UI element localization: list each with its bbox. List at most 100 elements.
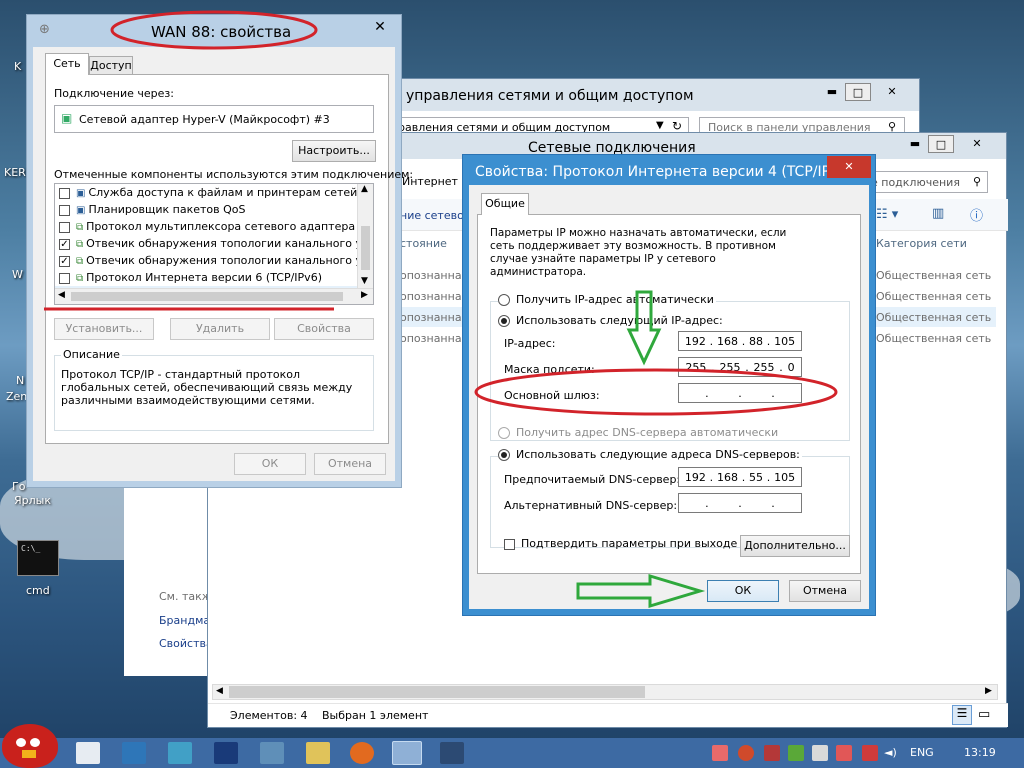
- desktop-icon-n[interactable]: N: [16, 374, 24, 387]
- angry-bird-start-icon[interactable]: [2, 724, 58, 768]
- large-icons-view-icon[interactable]: ▭: [978, 707, 990, 722]
- desktop-icon-k[interactable]: K: [14, 60, 21, 73]
- component-item[interactable]: ▣ Служба доступа к файлам и принтерам сет…: [55, 184, 357, 201]
- alternate-dns-field[interactable]: ...: [678, 493, 802, 513]
- horizontal-scrollbar[interactable]: ◀ ▶: [55, 288, 373, 304]
- explorer-icon[interactable]: [260, 742, 284, 764]
- close-button[interactable]: ✕: [964, 135, 990, 153]
- preview-pane-icon[interactable]: ▥: [932, 206, 944, 221]
- close-button[interactable]: ✕: [827, 156, 871, 178]
- toolbar-item-rename[interactable]: ние сетево: [400, 209, 464, 222]
- view-options-icon[interactable]: ☷ ▾: [876, 207, 898, 222]
- clock[interactable]: 13:19: [964, 746, 996, 759]
- component-checkbox[interactable]: [59, 204, 70, 216]
- subnet-mask-field[interactable]: 255. 255. 255. 0: [678, 357, 802, 377]
- component-checkbox[interactable]: ✓: [59, 238, 70, 250]
- powershell-icon[interactable]: [214, 742, 238, 764]
- scroll-up-icon[interactable]: ▲: [361, 184, 368, 194]
- configure-button[interactable]: Настроить...: [292, 140, 376, 162]
- install-button[interactable]: Установить...: [54, 318, 154, 340]
- desktop-shortcut-label[interactable]: Ярлык: [14, 494, 51, 507]
- desktop-icon-ker[interactable]: KER: [4, 166, 26, 179]
- manual-dns-radio[interactable]: Использовать следующие адреса DNS-сервер…: [498, 448, 802, 461]
- language-indicator[interactable]: ENG: [910, 746, 934, 759]
- validate-checkbox[interactable]: Подтвердить параметры при выходе: [504, 537, 737, 550]
- scroll-right-icon[interactable]: ▶: [361, 290, 368, 300]
- scroll-left-icon[interactable]: ◀: [58, 290, 65, 300]
- tray-icon[interactable]: [812, 745, 828, 761]
- details-view-icon[interactable]: ☰: [952, 705, 972, 725]
- component-item[interactable]: ✓ ⧉ Отвечик обнаружения топологии канально…: [55, 235, 357, 252]
- tab-general[interactable]: Общие: [481, 193, 529, 215]
- tab-sharing[interactable]: Доступ: [89, 56, 133, 75]
- remove-button[interactable]: Удалить: [170, 318, 270, 340]
- column-header-status[interactable]: стояние: [400, 237, 447, 250]
- desktop-icon-label[interactable]: Го: [12, 480, 25, 493]
- folder-icon[interactable]: [306, 742, 330, 764]
- cancel-button[interactable]: Отмена: [314, 453, 386, 475]
- taskbar-icon[interactable]: [440, 742, 464, 764]
- column-header-category[interactable]: Категория сети: [876, 237, 967, 250]
- ok-button[interactable]: ОК: [707, 580, 779, 602]
- manual-ip-radio[interactable]: Использовать следующий IP-адрес:: [498, 314, 725, 327]
- radio-auto-dns[interactable]: [498, 427, 510, 439]
- network-tool-icon[interactable]: [168, 742, 192, 764]
- desktop-icon-w[interactable]: W: [12, 268, 23, 281]
- tray-icon[interactable]: [862, 745, 878, 761]
- component-checkbox[interactable]: [59, 187, 70, 199]
- component-item[interactable]: ▣ Планировщик пакетов QoS: [55, 201, 357, 218]
- auto-dns-radio[interactable]: Получить адрес DNS-сервера автоматически: [498, 426, 778, 439]
- cmd-label[interactable]: cmd: [26, 584, 50, 597]
- refresh-icon[interactable]: ↻: [672, 119, 682, 133]
- component-checkbox[interactable]: ✓: [59, 255, 70, 267]
- tab-network[interactable]: Сеть: [45, 53, 89, 75]
- component-checkbox[interactable]: [59, 272, 70, 284]
- scroll-left-icon[interactable]: ◀: [216, 686, 223, 696]
- ok-button[interactable]: ОК: [234, 453, 306, 475]
- speaker-icon[interactable]: ◄): [884, 746, 897, 759]
- ip-address-field[interactable]: 192. 168. 88. 105: [678, 331, 802, 351]
- help-icon[interactable]: ⓘ: [970, 205, 983, 224]
- scrollbar-thumb[interactable]: [229, 686, 645, 698]
- component-item[interactable]: ⧉ Протокол Интернета версии 6 (TCP/IPv6): [55, 269, 357, 286]
- close-button[interactable]: ✕: [367, 18, 393, 36]
- close-button[interactable]: ✕: [879, 83, 905, 101]
- auto-ip-radio[interactable]: Получить IP-адрес автоматически: [498, 293, 716, 306]
- radio-manual-dns[interactable]: [498, 449, 510, 461]
- preferred-dns-field[interactable]: 192. 168. 55. 105: [678, 467, 802, 487]
- scroll-right-icon[interactable]: ▶: [985, 686, 992, 696]
- server-manager-icon[interactable]: [76, 742, 100, 764]
- chevron-down-icon[interactable]: ▼: [656, 120, 664, 131]
- minimize-button[interactable]: ▬: [819, 83, 845, 101]
- cancel-button[interactable]: Отмена: [789, 580, 861, 602]
- properties-button[interactable]: Свойства: [274, 318, 374, 340]
- tray-icon[interactable]: [764, 745, 780, 761]
- maximize-button[interactable]: □: [845, 83, 871, 101]
- default-gateway-field[interactable]: ...: [678, 383, 802, 403]
- file-explorer-icon[interactable]: [122, 742, 146, 764]
- cmd-icon[interactable]: C:\_: [17, 540, 59, 576]
- firewall-link[interactable]: Брандма: [159, 614, 210, 627]
- minimize-button[interactable]: ▬: [902, 135, 928, 153]
- maximize-button[interactable]: □: [928, 135, 954, 153]
- scroll-down-icon[interactable]: ▼: [361, 276, 368, 286]
- tray-icon[interactable]: [712, 745, 728, 761]
- scrollbar-thumb[interactable]: [361, 226, 370, 270]
- search-input[interactable]: е подключения ⚲: [864, 171, 988, 193]
- advanced-button[interactable]: Дополнительно...: [740, 535, 850, 557]
- desktop-icon-zen[interactable]: Zen: [6, 390, 27, 403]
- tray-icon[interactable]: [836, 745, 852, 761]
- vertical-scrollbar[interactable]: ▲ ▼: [357, 184, 373, 288]
- firefox-icon[interactable]: [350, 742, 374, 764]
- validate-checkbox-box[interactable]: [504, 538, 515, 550]
- tray-icon[interactable]: [788, 745, 804, 761]
- radio-auto-ip[interactable]: [498, 294, 510, 306]
- properties-link[interactable]: Свойства: [159, 637, 213, 650]
- radio-manual-ip[interactable]: [498, 315, 510, 327]
- component-item[interactable]: ✓ ⧉ Отвечик обнаружения топологии канально…: [55, 252, 357, 269]
- component-checkbox[interactable]: [59, 221, 70, 233]
- horizontal-scrollbar[interactable]: ◀ ▶: [212, 684, 998, 700]
- network-connections-task-icon[interactable]: [392, 741, 422, 765]
- scrollbar-thumb[interactable]: [71, 292, 343, 301]
- component-item[interactable]: ⧉ Протокол мультиплексора сетевого адапте…: [55, 218, 357, 235]
